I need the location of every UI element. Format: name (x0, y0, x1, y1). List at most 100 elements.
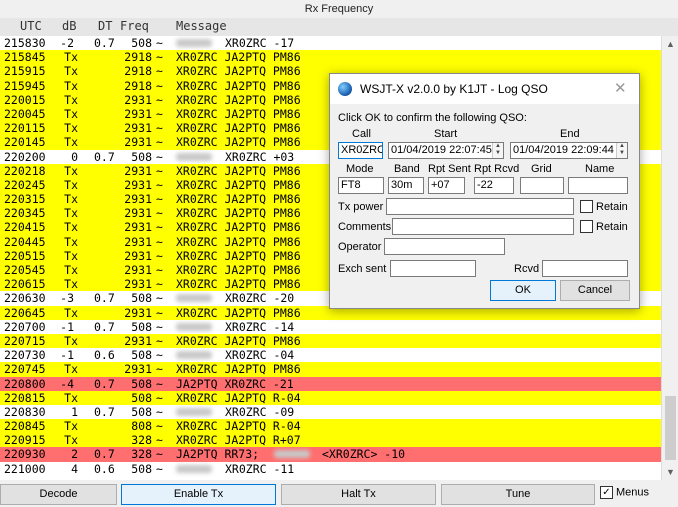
row-sep: ~ (156, 106, 163, 121)
comments-field[interactable] (392, 218, 574, 235)
row-message: XR0ZRC JA2PTQ R-04 (176, 419, 301, 434)
call-field[interactable]: XR0ZRC (338, 142, 383, 159)
decode-row[interactable]: 221000 4 0.6 508 ~ XR0ZRC -11 (0, 461, 661, 476)
row-dt: 0.7 (94, 376, 115, 391)
scrollbar-thumb[interactable] (665, 396, 676, 460)
scroll-up-icon[interactable]: ▲ (662, 36, 678, 52)
comments-retain-checkbox[interactable] (580, 220, 593, 233)
row-message: XR0ZRC -09 (225, 404, 295, 419)
exch-sent-field[interactable] (390, 260, 476, 277)
decode-row[interactable]: 220700 -1 0.7 508 ~ XR0ZRC -14 (0, 319, 661, 334)
row-utc: 220815 (4, 390, 46, 405)
row-utc: 220445 (4, 234, 46, 249)
row-utc: 220730 (4, 348, 46, 363)
row-sep: ~ (156, 362, 163, 377)
decode-row[interactable]: 220845 Tx 808 ~ XR0ZRC JA2PTQ R-04 (0, 419, 661, 434)
row-db: 0 (71, 149, 78, 164)
row-sep: ~ (156, 121, 163, 136)
row-message: XR0ZRC -17 (225, 36, 295, 50)
decode-row[interactable]: 220830 1 0.7 508 ~ XR0ZRC -09 (0, 404, 661, 420)
row-db: Tx (64, 64, 78, 79)
row-db: Tx (64, 78, 78, 93)
mode-label: Mode (346, 163, 374, 175)
decode-row[interactable]: 215845 Tx 2918 ~ XR0ZRC JA2PTQ PM86 (0, 50, 661, 65)
decode-row[interactable]: 220915 Tx 328 ~ XR0ZRC JA2PTQ R+07 (0, 433, 661, 448)
row-sep: ~ (156, 78, 163, 93)
ok-button[interactable]: OK (490, 280, 556, 301)
decode-row[interactable]: 220800 -4 0.7 508 ~ JA2PTQ XR0ZRC -21 (0, 376, 661, 391)
row-message: JA2PTQ RR73; (176, 447, 260, 462)
scroll-down-icon[interactable]: ▼ (662, 464, 678, 480)
row-message: XR0ZRC JA2PTQ PM86 (176, 248, 301, 263)
cancel-button[interactable]: Cancel (560, 280, 630, 301)
decode-row[interactable]: 215830 -2 0.7 508 ~ XR0ZRC -17 (0, 36, 661, 51)
row-dt: 0.6 (94, 461, 115, 476)
row-freq: 2931 (124, 220, 152, 235)
row-sep: ~ (156, 348, 163, 363)
row-db: Tx (64, 135, 78, 150)
tx-power-retain-checkbox[interactable] (580, 200, 593, 213)
row-message: XR0ZRC JA2PTQ PM86 (176, 220, 301, 235)
row-message: XR0ZRC JA2PTQ PM86 (176, 362, 301, 377)
dialog-title: WSJT-X v2.0.0 by K1JT - Log QSO (360, 82, 548, 96)
redacted-callsign (176, 39, 212, 47)
decode-row[interactable]: 220715 Tx 2931 ~ XR0ZRC JA2PTQ PM86 (0, 333, 661, 349)
row-message: XR0ZRC JA2PTQ R-04 (176, 390, 301, 405)
row-db: Tx (64, 177, 78, 192)
dialog-titlebar: WSJT-X v2.0.0 by K1JT - Log QSO ✕ (330, 74, 639, 104)
end-spin-icon[interactable]: ▲ ▼ (616, 143, 627, 158)
tune-button[interactable]: Tune (441, 484, 595, 505)
row-freq: 2931 (124, 263, 152, 277)
dialog-prompt: Click OK to confirm the following QSO: (338, 112, 527, 124)
row-freq: 2931 (124, 192, 152, 207)
rpt-rcvd-field[interactable]: -22 (474, 177, 514, 194)
row-message: XR0ZRC JA2PTQ PM86 (176, 234, 301, 249)
row-dt: 0.7 (94, 319, 115, 334)
row-dt: 0.7 (94, 149, 115, 164)
mode-field[interactable]: FT8 (338, 177, 384, 194)
band-field[interactable]: 30m (388, 177, 424, 194)
row-freq: 2931 (124, 248, 152, 263)
row-sep: ~ (156, 149, 163, 164)
decode-button[interactable]: Decode (0, 484, 117, 505)
operator-field[interactable] (384, 238, 505, 255)
row-utc: 220200 (4, 149, 46, 164)
rpt-sent-field[interactable]: +07 (428, 177, 465, 194)
menus-label: Menus (616, 486, 650, 499)
row-message: XR0ZRC JA2PTQ PM86 (176, 135, 301, 150)
row-sep: ~ (156, 248, 163, 263)
row-db: Tx (64, 163, 78, 178)
row-utc: 220045 (4, 106, 46, 121)
vertical-scrollbar[interactable]: ▲ ▼ (661, 36, 678, 480)
name-field[interactable] (568, 177, 628, 194)
row-freq: 2931 (124, 333, 152, 348)
row-utc: 215945 (4, 78, 46, 93)
tx-power-field[interactable] (386, 198, 574, 215)
end-datetime-field[interactable]: 01/04/2019 22:09:44 ▲ ▼ (510, 142, 628, 159)
enable-tx-button[interactable]: Enable Tx (121, 484, 276, 505)
row-freq: 2931 (124, 177, 152, 192)
halt-tx-button[interactable]: Halt Tx (281, 484, 436, 505)
row-utc: 220930 (4, 447, 46, 462)
decode-row[interactable]: 220815 Tx 508 ~ XR0ZRC JA2PTQ R-04 (0, 390, 661, 405)
start-datetime-field[interactable]: 01/04/2019 22:07:45 ▲ ▼ (388, 142, 504, 159)
row-sep: ~ (156, 305, 163, 320)
decode-row[interactable]: 220745 Tx 2931 ~ XR0ZRC JA2PTQ PM86 (0, 362, 661, 377)
row-sep: ~ (156, 220, 163, 235)
redacted-callsign (176, 351, 212, 360)
checkmark-icon[interactable]: ✓ (600, 486, 613, 499)
row-sep: ~ (156, 277, 163, 292)
row-sep: ~ (156, 447, 163, 462)
close-icon[interactable]: ✕ (614, 79, 627, 97)
decode-row[interactable]: 220930 2 0.7 328 ~ JA2PTQ RR73; <XR0ZRC> -10 (0, 447, 661, 462)
grid-field[interactable] (520, 177, 564, 194)
decode-row[interactable]: 220730 -1 0.6 508 ~ XR0ZRC -04 (0, 348, 661, 363)
start-spin-icon[interactable]: ▲ ▼ (492, 143, 503, 158)
menus-checkbox[interactable]: ✓ Menus (600, 486, 649, 499)
row-freq: 508 (131, 291, 152, 306)
row-sep: ~ (156, 206, 163, 221)
rcvd-field[interactable] (542, 260, 628, 277)
row-db: Tx (64, 106, 78, 121)
rpt-rcvd-label: Rpt Rcvd (474, 163, 520, 175)
row-utc: 215845 (4, 50, 46, 65)
